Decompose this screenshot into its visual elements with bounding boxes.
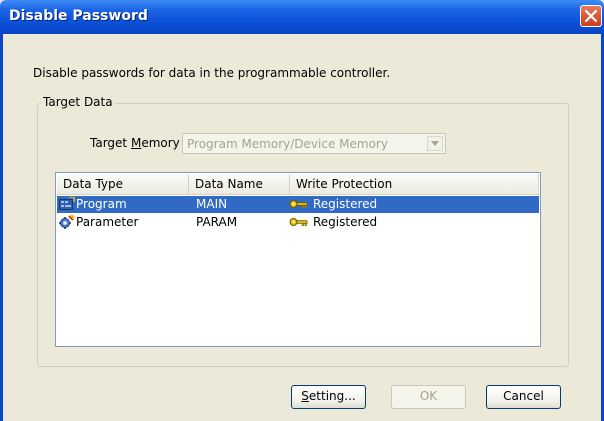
title-bar[interactable]: Disable Password <box>0 0 604 34</box>
key-icon <box>289 218 308 227</box>
column-header-data-type[interactable]: Data Type <box>57 174 189 194</box>
close-button[interactable] <box>580 5 602 27</box>
cell-data-name: PARAM <box>196 215 238 229</box>
dropdown-button[interactable] <box>427 136 443 151</box>
disable-password-dialog: Disable Password Disable passwords for d… <box>0 0 604 421</box>
setting-button[interactable]: Setting... <box>291 385 366 409</box>
ok-button[interactable]: OK <box>391 385 466 409</box>
cell-data-type: Parameter <box>76 215 139 229</box>
parameter-icon <box>59 215 75 229</box>
cancel-button[interactable]: Cancel <box>486 385 561 409</box>
target-memory-value: Program Memory/Device Memory <box>187 137 388 151</box>
target-memory-select[interactable]: Program Memory/Device Memory <box>182 133 446 154</box>
list-header: Data Type Data Name Write Protection <box>57 174 539 195</box>
chevron-down-icon <box>431 141 439 146</box>
cell-write-protection: Registered <box>313 197 378 211</box>
cell-data-name: MAIN <box>196 197 228 211</box>
column-header-data-name[interactable]: Data Name <box>189 174 290 194</box>
table-row-parameter[interactable]: Parameter PARAM Registered <box>57 214 539 231</box>
table-row-program[interactable]: Program MAIN Registered <box>57 196 539 213</box>
column-header-write-protection[interactable]: Write Protection <box>290 174 539 194</box>
key-icon <box>289 200 308 209</box>
cell-write-protection: Registered <box>313 215 378 229</box>
window-frame-left <box>0 34 3 421</box>
target-memory-label: Target Memory <box>90 136 180 150</box>
window-title: Disable Password <box>9 8 148 24</box>
target-data-legend: Target Data <box>41 95 115 109</box>
description-text: Disable passwords for data in the progra… <box>33 66 391 80</box>
program-icon <box>59 197 75 210</box>
data-list[interactable]: Data Type Data Name Write Protection Pro… <box>55 172 541 347</box>
close-icon <box>585 10 597 22</box>
cell-data-type: Program <box>76 197 127 211</box>
